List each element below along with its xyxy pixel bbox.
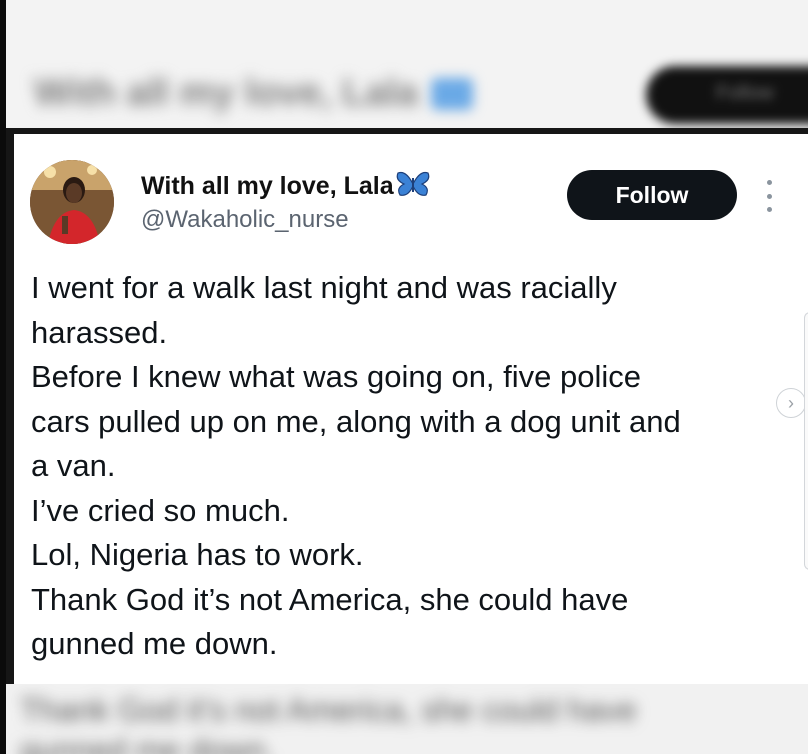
blurred-background-footer: Thank God it’s not America, she could ha…: [6, 684, 808, 754]
tweet-line: I’ve cried so much.: [31, 492, 290, 528]
user-handle[interactable]: @Wakaholic_nurse: [141, 206, 349, 234]
tweet-line: Lol, Nigeria has to work.: [31, 537, 364, 572]
chevron-right-icon[interactable]: ›: [776, 388, 806, 418]
tweet-line: Before I knew what was going on, five po…: [31, 359, 642, 394]
tweet-line: cars pulled up on me, along with a dog u…: [31, 403, 681, 439]
blurred-line-1: Thank God it’s not America, she could ha…: [20, 692, 637, 728]
tweet-line: Thank God it’s not America, she could ha…: [31, 581, 629, 617]
tweet-line: harassed.: [31, 314, 168, 350]
butterfly-icon: [396, 170, 430, 203]
avatar[interactable]: [30, 160, 114, 244]
blurred-badge: [431, 78, 473, 110]
blurred-name: With all my love, Lala: [34, 72, 418, 114]
follow-button[interactable]: Follow: [567, 170, 737, 220]
blurred-background-header: With all my love, Lala Follow: [6, 0, 808, 128]
blurred-line-2: gunned me down.: [20, 732, 275, 754]
tweet-text: I went for a walk last night and was rac…: [31, 266, 791, 667]
tweet-line: I went for a walk last night and was rac…: [31, 270, 617, 305]
tweet-line: gunned me down.: [31, 626, 278, 661]
display-name[interactable]: With all my love, Lala: [141, 172, 394, 201]
tweet-card: With all my love, Lala @Wakaholic_nurse …: [14, 134, 808, 684]
more-icon[interactable]: [762, 180, 776, 212]
tweet-line: a van.: [31, 448, 116, 483]
blurred-follow-button: Follow: [646, 66, 808, 124]
side-panel-edge: [804, 312, 808, 570]
